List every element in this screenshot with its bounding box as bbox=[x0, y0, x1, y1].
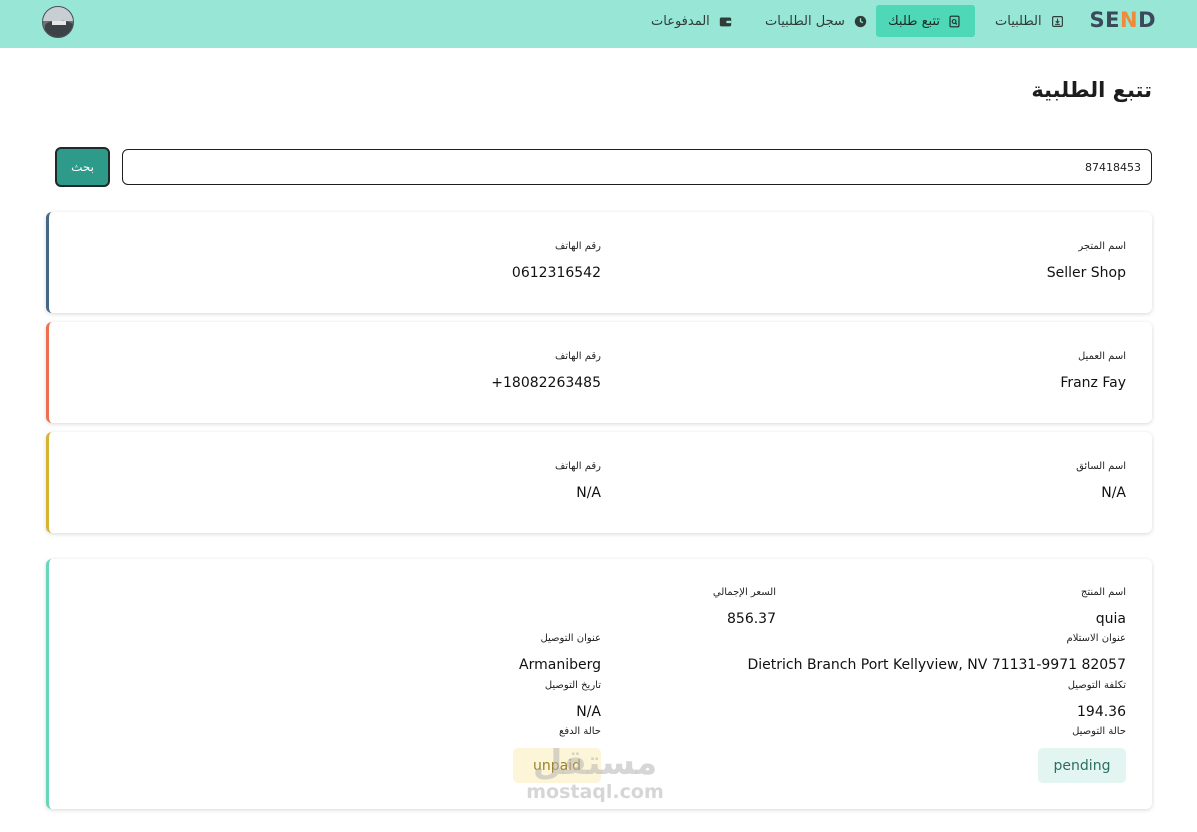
driver-phone-label: رقم الهاتف bbox=[554, 461, 601, 472]
nav-item-order-history[interactable]: سجل الطلبيات bbox=[751, 5, 883, 37]
total-price-value: 856.37 bbox=[727, 611, 776, 627]
avatar[interactable] bbox=[42, 6, 74, 38]
driver-info-card: اسم السائق N/A رقم الهاتف N/A bbox=[46, 432, 1152, 533]
store-info-card: اسم المتجر Seller Shop رقم الهاتف 061231… bbox=[46, 212, 1152, 313]
store-name-value: Seller Shop bbox=[1046, 265, 1126, 281]
pickup-address-value: Dietrich Branch Port Kellyview, NV 71131… bbox=[747, 657, 1126, 673]
avatar-image bbox=[43, 7, 73, 37]
wallet-icon bbox=[718, 13, 734, 29]
order-details-card: اسم المنتج quia السعر الإجمالي 856.37 عن… bbox=[46, 559, 1152, 809]
customer-phone-label: رقم الهاتف bbox=[554, 351, 601, 362]
send-logo[interactable]: SEND bbox=[1090, 8, 1157, 32]
order-search-input[interactable] bbox=[122, 149, 1152, 185]
delivery-date-label: تاريخ التوصيل bbox=[544, 680, 601, 691]
total-price-label: السعر الإجمالي bbox=[712, 587, 776, 598]
customer-info-card: اسم العميل Franz Fay رقم الهاتف +1808226… bbox=[46, 322, 1152, 423]
store-phone-value: 0612316542 bbox=[511, 265, 601, 281]
search-doc-icon bbox=[948, 13, 961, 29]
nav-item-label: سجل الطلبيات bbox=[765, 13, 845, 29]
clock-icon bbox=[853, 13, 869, 29]
pickup-address-label: عنوان الاستلام bbox=[1066, 633, 1127, 644]
store-name-label: اسم المتجر bbox=[1078, 241, 1126, 252]
delivery-cost-value: 194.36 bbox=[1077, 704, 1126, 720]
nav-item-label: المدفوعات bbox=[651, 13, 710, 29]
download-box-icon bbox=[1050, 13, 1066, 29]
payment-status-badge: unpaid bbox=[513, 748, 601, 783]
delivery-cost-label: تكلفة التوصيل bbox=[1067, 680, 1126, 691]
store-phone-label: رقم الهاتف bbox=[554, 241, 601, 252]
customer-phone-value: +18082263485 bbox=[491, 375, 601, 391]
customer-name-value: Franz Fay bbox=[1060, 375, 1126, 391]
driver-name-label: اسم السائق bbox=[1076, 461, 1126, 472]
nav-item-orders[interactable]: الطلبيات bbox=[981, 5, 1080, 37]
driver-phone-value: N/A bbox=[576, 485, 601, 501]
delivery-address-value: Armaniberg bbox=[519, 657, 601, 673]
driver-name-value: N/A bbox=[1101, 485, 1126, 501]
delivery-status-label: حالة التوصيل bbox=[1072, 726, 1126, 737]
nav-item-label: تتبع طلبك bbox=[887, 13, 940, 29]
customer-name-label: اسم العميل bbox=[1077, 351, 1126, 362]
nav-item-payments[interactable]: المدفوعات bbox=[637, 5, 748, 37]
page-title: تتبع الطلبية bbox=[1031, 78, 1152, 102]
product-name-value: quia bbox=[1095, 611, 1126, 627]
delivery-address-label: عنوان التوصيل bbox=[540, 633, 601, 644]
search-button[interactable]: بحث bbox=[55, 147, 110, 187]
delivery-status-badge: pending bbox=[1038, 748, 1126, 783]
top-navigation-bar: المدفوعات سجل الطلبيات تتبع طلبك الطلبيا… bbox=[0, 0, 1197, 48]
product-name-label: اسم المنتج bbox=[1080, 587, 1126, 598]
payment-status-label: حالة الدفع bbox=[559, 726, 601, 737]
nav-item-label: الطلبيات bbox=[995, 13, 1042, 29]
delivery-date-value: N/A bbox=[576, 704, 601, 720]
nav-item-track-order[interactable]: تتبع طلبك bbox=[876, 5, 975, 37]
